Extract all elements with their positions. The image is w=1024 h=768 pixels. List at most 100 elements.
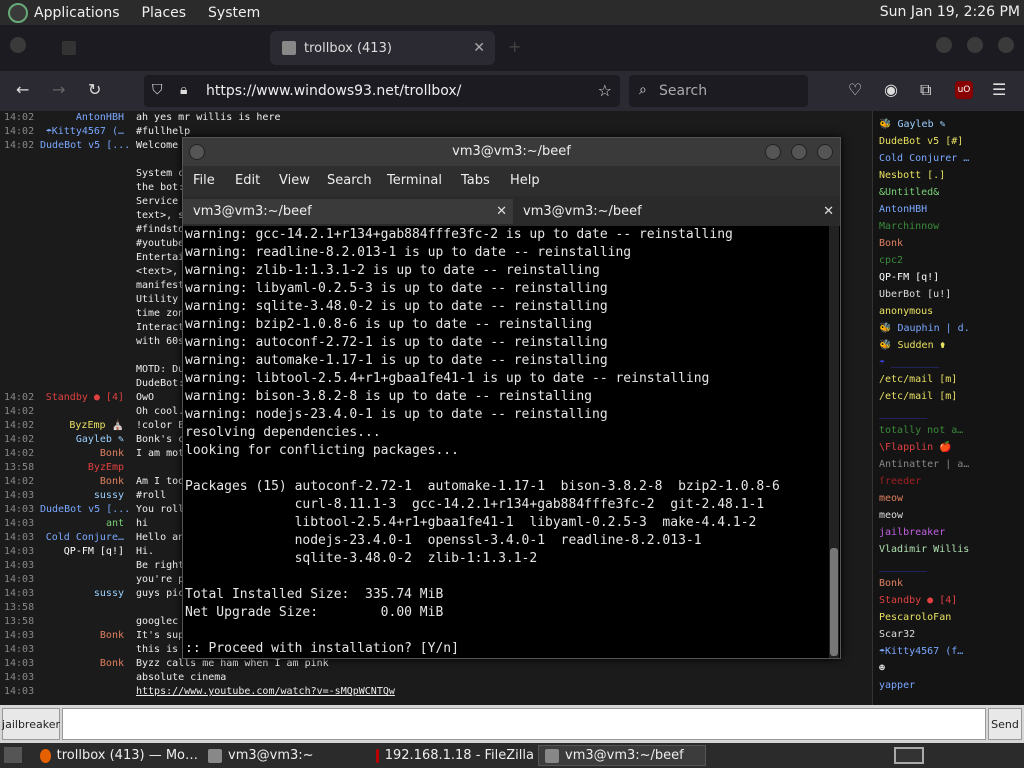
user-list-item[interactable]: /etc/mail [m] <box>879 374 957 385</box>
taskbar-item-firefox[interactable]: trollbox (413) — Mo… <box>34 745 198 766</box>
user-list-item[interactable]: Bonk <box>879 238 903 249</box>
user-list-item[interactable]: /etc/mail [m] <box>879 391 957 402</box>
user-list-item[interactable]: 🐝 Gayleb ✎ <box>879 119 946 130</box>
browser-tab-inactive[interactable] <box>50 31 255 65</box>
chat-nick[interactable]: DudeBot v5 [... <box>40 139 130 153</box>
url-bar[interactable]: ⛉ 🔒︎ https://www.windows93.net/trollbox/… <box>144 75 620 107</box>
places-menu[interactable]: Places <box>142 5 187 21</box>
taskbar-item-filezilla[interactable]: 192.168.1.18 - FileZilla <box>370 745 534 766</box>
user-list-item[interactable]: ſreeder <box>879 476 921 487</box>
lock-icon[interactable]: 🔒︎ <box>180 82 187 98</box>
window-minimize-button[interactable] <box>936 37 952 53</box>
terminal-titlebar[interactable]: vm3@vm3:~/beef <box>183 138 840 166</box>
user-list-item[interactable]: cpc2 <box>879 255 903 266</box>
user-list-item[interactable]: ☂ ________ <box>879 357 939 368</box>
url-text[interactable]: https://www.windows93.net/trollbox/ <box>206 83 461 99</box>
user-list-item[interactable]: Antinatter | a… <box>879 459 969 470</box>
user-list-item[interactable]: ________ <box>879 561 927 572</box>
browser-tab-trollbox[interactable]: trollbox (413) ✕ <box>270 31 495 65</box>
chat-nick[interactable]: sussy <box>40 587 124 601</box>
reload-icon[interactable]: ↻ <box>88 80 101 99</box>
user-list-item[interactable]: Vladimir Willis <box>879 544 969 555</box>
chat-nick[interactable]: Standby ● [4] <box>40 391 124 405</box>
window-close-button[interactable] <box>998 37 1014 53</box>
user-list-item[interactable]: Marchinnow <box>879 221 939 232</box>
account-icon[interactable]: ◉ <box>884 80 898 99</box>
user-list-item[interactable]: Scar32 <box>879 629 915 640</box>
clock[interactable]: Sun Jan 19, 2:26 PM <box>880 4 1020 20</box>
tab-close-icon[interactable]: ✕ <box>823 199 834 224</box>
user-list-item[interactable]: totally not a… <box>879 425 963 436</box>
chat-nick[interactable]: ☂Kitty4567 (… <box>40 125 124 139</box>
user-list-item[interactable]: 🐝 Sudden ⚱ <box>879 340 946 351</box>
ublock-icon[interactable]: uO <box>955 81 973 99</box>
terminal-output[interactable]: warning: gcc-14.2.1+r134+gab884fffe3fc-2… <box>185 226 825 658</box>
user-list-item[interactable]: Nesbott [.] <box>879 170 945 181</box>
chat-nick[interactable]: QP-FM [q!] <box>40 545 124 559</box>
chat-nick[interactable]: Bonk <box>40 447 124 461</box>
user-list-item[interactable]: Cold Conjurer … <box>879 153 969 164</box>
chat-nick[interactable]: Bonk <box>40 629 124 643</box>
terminal-menu-button[interactable] <box>189 144 205 160</box>
chat-nick[interactable]: Gayleb ✎ <box>40 433 124 447</box>
back-arrow-icon[interactable]: ← <box>16 80 29 99</box>
user-list-item[interactable]: &Untitled& <box>879 187 939 198</box>
user-list-item[interactable]: QP-FM [q!] <box>879 272 939 283</box>
terminal-scrollbar[interactable] <box>829 226 839 658</box>
user-list-item[interactable]: DudeBot v5 [#] <box>879 136 963 147</box>
user-list-item[interactable]: meow <box>879 510 903 521</box>
user-list-item[interactable]: meow <box>879 493 903 504</box>
chat-message[interactable]: https://www.youtube.com/watch?v=-sMQpWCN… <box>136 685 395 699</box>
scrollbar-thumb[interactable] <box>830 548 838 656</box>
chat-message-input[interactable] <box>62 708 986 740</box>
chat-nick[interactable]: ant <box>40 517 124 531</box>
chat-nick[interactable]: sussy <box>40 489 124 503</box>
shield-icon[interactable]: ⛉ <box>152 82 163 98</box>
terminal-maximize-button[interactable] <box>791 144 807 160</box>
user-list-item[interactable]: ________ <box>879 408 927 419</box>
menu-view[interactable]: View <box>279 173 310 188</box>
show-desktop-icon[interactable] <box>4 747 22 763</box>
terminal-close-button[interactable] <box>817 144 833 160</box>
user-list-item[interactable]: jailbreaker <box>879 527 945 538</box>
tab-overview-icon[interactable] <box>10 37 26 53</box>
user-list-item[interactable]: Standby ● [4] <box>879 595 957 606</box>
menu-search[interactable]: Search <box>327 173 372 188</box>
taskbar-item-terminal-1[interactable]: vm3@vm3:~ <box>202 745 366 766</box>
pocket-icon[interactable]: ♡ <box>848 80 862 99</box>
chat-nick[interactable]: Bonk <box>40 657 124 671</box>
forward-arrow-icon[interactable]: → <box>52 80 65 99</box>
terminal-minimize-button[interactable] <box>765 144 781 160</box>
menu-help[interactable]: Help <box>510 173 540 188</box>
taskbar-item-terminal-beef[interactable]: vm3@vm3:~/beef <box>538 745 706 766</box>
bookmark-star-icon[interactable]: ☆ <box>598 81 612 100</box>
chat-nick[interactable]: DudeBot v5 [... <box>40 503 130 517</box>
terminal-window[interactable]: vm3@vm3:~/beef File Edit View Search Ter… <box>182 137 841 659</box>
user-list[interactable]: 🐝 Gayleb ✎ DudeBot v5 [#] Cold Conjurer … N… <box>872 111 1024 705</box>
extensions-icon[interactable]: ⧉ <box>920 80 931 100</box>
workspace-switcher[interactable] <box>894 747 924 764</box>
distro-logo-icon[interactable] <box>8 2 28 23</box>
terminal-tab-2[interactable]: vm3@vm3:~/beef ✕ <box>513 199 840 224</box>
chat-nick[interactable]: AntonHBH <box>40 111 124 125</box>
chat-nick[interactable]: ByzEmp ⛪ <box>40 419 124 433</box>
applications-menu[interactable]: Applications <box>34 5 120 21</box>
chat-nick[interactable]: Cold Conjure… <box>40 531 124 545</box>
user-list-item[interactable]: yapper <box>879 680 915 691</box>
menu-edit[interactable]: Edit <box>235 173 260 188</box>
user-list-item[interactable]: ☻ <box>879 663 885 674</box>
tab-close-icon[interactable]: ✕ <box>473 40 485 56</box>
terminal-tab-1[interactable]: vm3@vm3:~/beef ✕ <box>183 199 513 224</box>
tab-close-icon[interactable]: ✕ <box>496 199 507 224</box>
user-list-item[interactable]: ☂Kitty4567 (f… <box>879 646 963 657</box>
system-menu[interactable]: System <box>208 5 260 21</box>
user-list-item[interactable]: Bonk <box>879 578 903 589</box>
search-input[interactable]: ⌕ Search <box>629 75 808 107</box>
new-tab-icon[interactable]: + <box>508 37 521 56</box>
user-list-item[interactable]: \Flapplin 🍎 <box>879 442 952 453</box>
hamburger-menu-icon[interactable]: ☰ <box>992 80 1006 99</box>
user-list-item[interactable]: UberBot [u!] <box>879 289 951 300</box>
window-maximize-button[interactable] <box>967 37 983 53</box>
user-list-item[interactable]: 🐝 Dauphin | d. <box>879 323 970 334</box>
chat-nick[interactable]: ByzEmp <box>40 461 124 475</box>
